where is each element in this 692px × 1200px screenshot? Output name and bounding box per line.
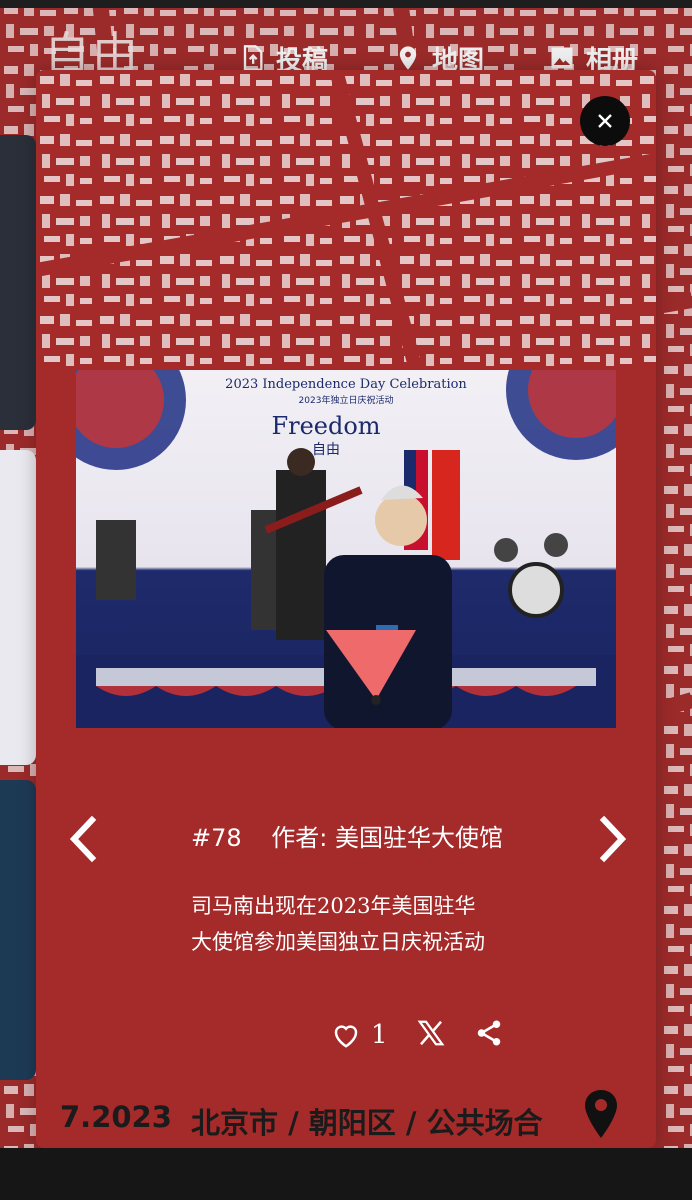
page: 自由 投稿 地图 相册 2023 Independence Day Celebr… bbox=[0, 0, 692, 1200]
chevron-left-icon bbox=[69, 815, 97, 863]
map-pin-icon bbox=[399, 46, 417, 70]
photo-album-icon bbox=[551, 47, 573, 69]
x-logo-icon bbox=[417, 1020, 444, 1046]
gallery-card[interactable] bbox=[0, 450, 36, 765]
banner-title-cn: 自由 bbox=[312, 442, 340, 458]
photo-detail-modal: 2023 Independence Day Celebration 2023年独… bbox=[36, 70, 656, 1148]
status-stripe bbox=[0, 0, 692, 8]
post-meta: #78 作者: 美国驻华大使馆 bbox=[191, 818, 525, 853]
upload-file-icon bbox=[243, 45, 263, 71]
like-count: 1 bbox=[371, 1020, 388, 1050]
previous-button[interactable] bbox=[64, 814, 104, 864]
banner-line-1: 2023 Independence Day Celebration bbox=[225, 377, 467, 392]
chevron-right-icon bbox=[599, 815, 627, 863]
gallery-bottom-strip bbox=[0, 1148, 692, 1200]
post-location: 北京市 / 朝阳区 / 公共场合 bbox=[191, 1106, 543, 1140]
post-actions: 1 bbox=[331, 1018, 504, 1052]
top-bar: 自由 投稿 地图 相册 bbox=[0, 0, 692, 81]
share-x-button[interactable] bbox=[416, 1018, 446, 1052]
next-button[interactable] bbox=[592, 814, 632, 864]
modal-map-texture bbox=[36, 70, 656, 370]
banner-title: Freedom bbox=[271, 412, 380, 440]
close-icon bbox=[598, 114, 612, 128]
close-button[interactable] bbox=[580, 96, 630, 146]
post-author: 作者: 美国驻华大使馆 bbox=[271, 824, 504, 852]
china-flag bbox=[432, 450, 460, 560]
like-button[interactable]: 1 bbox=[331, 1020, 388, 1050]
post-photo: 2023 Independence Day Celebration 2023年独… bbox=[76, 370, 616, 728]
post-number: #78 bbox=[191, 824, 242, 852]
gallery-card[interactable] bbox=[0, 135, 36, 430]
post-description: 司马南出现在2023年美国驻华大使馆参加美国独立日庆祝活动 bbox=[191, 894, 485, 954]
share-button[interactable] bbox=[474, 1018, 504, 1052]
location-pin-icon[interactable] bbox=[582, 1088, 620, 1140]
event-photo-illustration: 2023 Independence Day Celebration 2023年独… bbox=[76, 370, 616, 728]
share-icon bbox=[477, 1020, 500, 1046]
gallery-card[interactable] bbox=[0, 780, 36, 1080]
heart-icon bbox=[334, 1025, 358, 1048]
post-date: 7.2023 bbox=[60, 1100, 172, 1134]
banner-line-2: 2023年独立日庆祝活动 bbox=[299, 394, 394, 406]
